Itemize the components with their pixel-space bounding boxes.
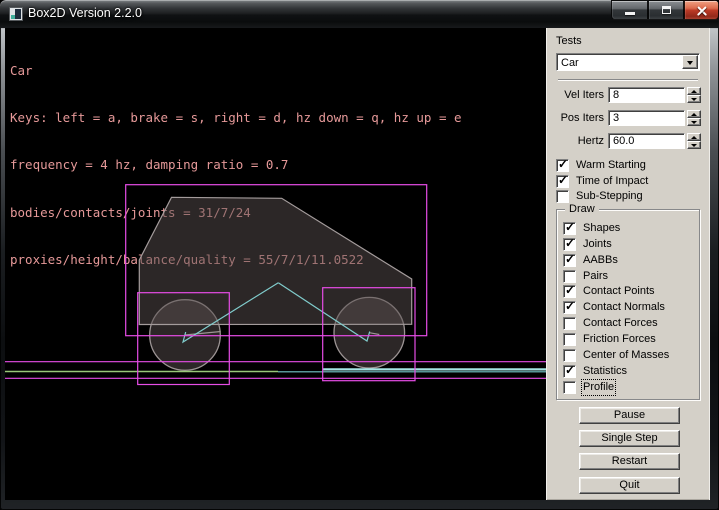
arrow-down-icon	[691, 144, 697, 147]
vel-iters-input[interactable]	[608, 87, 685, 103]
separator	[558, 79, 698, 81]
checkbox-box	[563, 317, 576, 330]
physics-debug-draw	[5, 28, 546, 500]
checkbox-label: Pairs	[583, 270, 608, 283]
checkbox-center-of-masses[interactable]: Center of Masses	[563, 348, 669, 362]
spin-up-button[interactable]	[687, 110, 701, 118]
checkbox-label: Center of Masses	[583, 349, 669, 362]
window-title: Box2D Version 2.2.0	[28, 0, 142, 28]
pos-iters-label: Pos Iters	[546, 112, 604, 124]
checkbox-label: Profile	[583, 381, 614, 394]
checkbox-box: ✓	[563, 365, 576, 378]
vel-iters-label: Vel Iters	[546, 89, 604, 101]
spin-down-button[interactable]	[687, 95, 701, 103]
checkbox-aabbs[interactable]: ✓ AABBs	[563, 253, 618, 267]
checkbox-box	[563, 381, 576, 394]
spin-down-button[interactable]	[687, 118, 701, 126]
checkbox-statistics[interactable]: ✓ Statistics	[563, 364, 627, 378]
checkbox-label: Time of Impact	[576, 175, 648, 188]
checkbox-box	[563, 349, 576, 362]
window-content: Car Keys: left = a, brake = s, right = d…	[5, 28, 710, 500]
checkbox-box	[563, 270, 576, 283]
car-chassis	[139, 197, 411, 324]
arrow-down-icon	[691, 121, 697, 124]
checkbox-box: ✓	[563, 254, 576, 267]
checkbox-label: Warm Starting	[576, 159, 646, 172]
checkbox-box	[556, 190, 569, 203]
restart-button[interactable]: Restart	[579, 453, 680, 470]
checkbox-box: ✓	[556, 159, 569, 172]
hertz-spinner	[687, 133, 701, 149]
checkbox-label: Shapes	[583, 222, 620, 235]
spin-up-button[interactable]	[687, 133, 701, 141]
checkbox-label: Sub-Stepping	[576, 190, 643, 203]
pos-iters-input[interactable]	[608, 110, 685, 126]
arrow-up-icon	[691, 113, 697, 116]
window-controls	[611, 0, 719, 21]
hertz-input[interactable]	[608, 133, 685, 149]
checkbox-label: AABBs	[583, 254, 618, 267]
checkbox-shapes[interactable]: ✓ Shapes	[563, 221, 620, 235]
pause-button[interactable]: Pause	[579, 407, 680, 424]
checkbox-box: ✓	[563, 238, 576, 251]
app-window: Box2D Version 2.2.0 Car Keys: left = a, …	[0, 0, 719, 510]
minimize-icon	[625, 12, 635, 15]
checkbox-sub-stepping[interactable]: Sub-Stepping	[556, 189, 643, 203]
hertz-label: Hertz	[546, 135, 604, 147]
checkbox-joints[interactable]: ✓ Joints	[563, 237, 612, 251]
checkbox-label: Statistics	[583, 365, 627, 378]
simulation-canvas[interactable]: Car Keys: left = a, brake = s, right = d…	[5, 28, 546, 500]
single-step-button[interactable]: Single Step	[579, 430, 680, 447]
app-icon-detail	[15, 9, 21, 19]
app-icon	[9, 7, 23, 21]
checkbox-label: Contact Points	[583, 285, 655, 298]
checkbox-box	[563, 333, 576, 346]
arrow-down-icon	[691, 98, 697, 101]
chevron-down-icon	[687, 61, 693, 65]
pos-iters-spinner	[687, 110, 701, 126]
vel-iters-spinner	[687, 87, 701, 103]
maximize-button[interactable]	[648, 0, 684, 20]
title-bar[interactable]: Box2D Version 2.2.0	[0, 0, 719, 28]
checkbox-box: ✓	[556, 175, 569, 188]
close-button[interactable]	[684, 0, 719, 20]
tests-dropdown-value: Car	[561, 56, 579, 70]
minimize-button[interactable]	[611, 0, 648, 20]
checkbox-label: Joints	[583, 238, 612, 251]
checkbox-contact-normals[interactable]: ✓ Contact Normals	[563, 300, 665, 314]
checkbox-label: Contact Forces	[583, 317, 658, 330]
checkbox-friction-forces[interactable]: Friction Forces	[563, 332, 656, 346]
tests-dropdown[interactable]: Car	[556, 53, 700, 71]
close-icon	[696, 5, 708, 17]
quit-button[interactable]: Quit	[579, 477, 680, 494]
pos-iters-row: Pos Iters	[546, 110, 702, 126]
checkbox-box: ✓	[563, 301, 576, 314]
checkbox-profile[interactable]: Profile	[563, 380, 614, 394]
control-panel: Tests Car Vel Iters Pos Iters	[546, 28, 710, 500]
vel-iters-row: Vel Iters	[546, 87, 702, 103]
checkbox-box: ✓	[563, 285, 576, 298]
tests-label: Tests	[556, 35, 582, 47]
checkbox-contact-forces[interactable]: Contact Forces	[563, 316, 658, 330]
spin-down-button[interactable]	[687, 141, 701, 149]
spin-up-button[interactable]	[687, 87, 701, 95]
checkbox-box: ✓	[563, 222, 576, 235]
checkbox-label: Friction Forces	[583, 333, 656, 346]
checkbox-time-of-impact[interactable]: ✓ Time of Impact	[556, 174, 648, 188]
tests-dropdown-button[interactable]	[682, 55, 698, 69]
maximize-icon	[662, 6, 671, 14]
checkbox-warm-starting[interactable]: ✓ Warm Starting	[556, 158, 646, 172]
checkbox-pairs[interactable]: Pairs	[563, 269, 608, 283]
arrow-up-icon	[691, 136, 697, 139]
app-icon-detail	[11, 15, 15, 19]
checkbox-label: Contact Normals	[583, 301, 665, 314]
draw-groupbox-legend: Draw	[565, 203, 599, 215]
hertz-row: Hertz	[546, 133, 702, 149]
arrow-up-icon	[691, 90, 697, 93]
checkbox-contact-points[interactable]: ✓ Contact Points	[563, 284, 655, 298]
